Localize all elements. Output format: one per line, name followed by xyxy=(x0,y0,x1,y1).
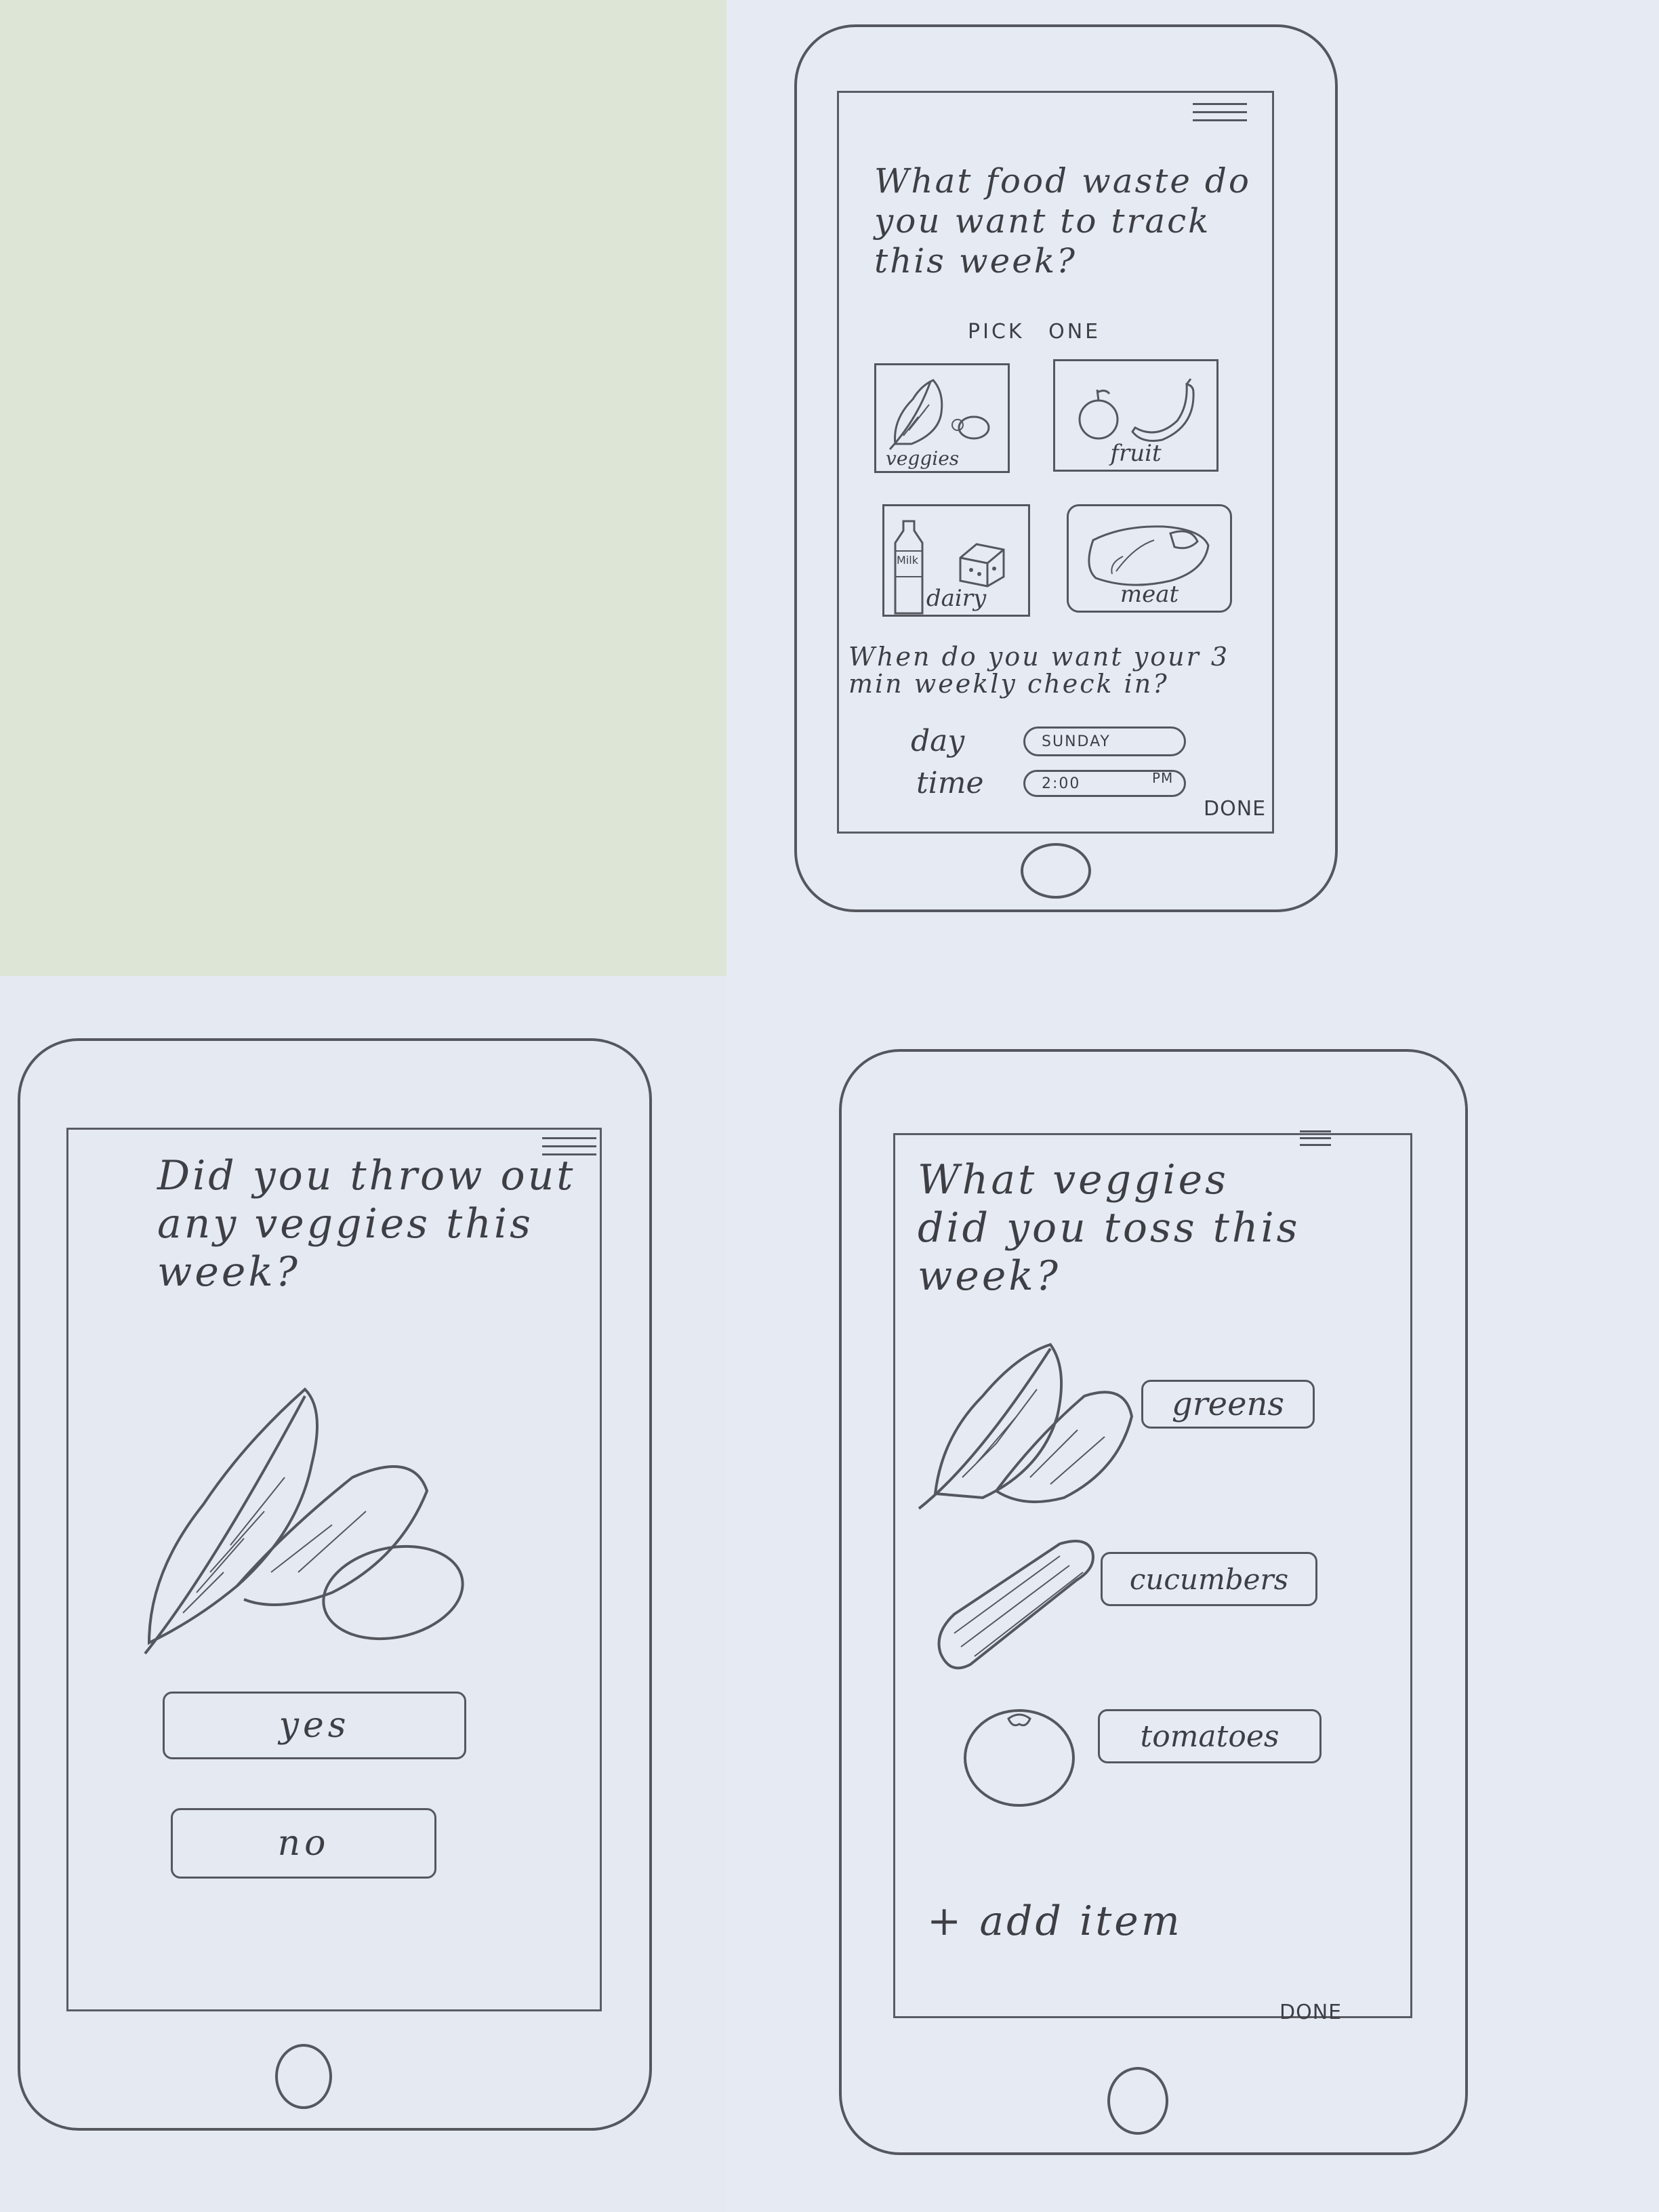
day-label: day xyxy=(911,724,965,758)
tomato-icon xyxy=(964,1709,1075,1807)
veggie-item-cucumbers[interactable]: cucumbers xyxy=(1101,1552,1317,1606)
list-done-button[interactable]: DONE xyxy=(1279,2001,1342,2024)
veggie-item-tomatoes[interactable]: tomatoes xyxy=(1098,1709,1322,1763)
category-tile-fruit[interactable]: fruit xyxy=(1053,359,1218,472)
hamburger-menu-icon[interactable] xyxy=(1193,103,1247,127)
time-period[interactable]: PM xyxy=(1152,770,1173,786)
no-button[interactable]: no xyxy=(171,1808,436,1879)
setup-question: What food waste do you want to track thi… xyxy=(874,161,1251,281)
yes-button[interactable]: yes xyxy=(163,1692,466,1759)
day-select[interactable]: SUNDAY xyxy=(1023,726,1186,756)
category-tile-dairy[interactable]: Milk dairy xyxy=(882,504,1030,617)
home-button-list[interactable] xyxy=(1107,2067,1168,2135)
category-label-meat: meat xyxy=(1120,581,1179,608)
list-question: What veggies did you toss this week? xyxy=(918,1156,1300,1300)
paper-sheet xyxy=(0,0,726,976)
setup-done-button[interactable]: DONE xyxy=(1204,797,1266,821)
category-label-dairy: dairy xyxy=(926,585,987,612)
greens-illustration xyxy=(144,1387,464,1655)
add-item-button[interactable]: + add item xyxy=(927,1898,1183,1946)
home-button-setup[interactable] xyxy=(1021,843,1091,899)
greens-icon xyxy=(918,1343,1134,1510)
category-tile-veggies[interactable]: veggies xyxy=(874,363,1010,473)
check-question: Did you throw out any veggies this week? xyxy=(157,1152,576,1296)
cucumber-icon xyxy=(937,1540,1094,1670)
milk-text: Milk xyxy=(897,554,918,567)
home-button-check[interactable] xyxy=(275,2044,332,2109)
pick-one-hint: PICK ONE xyxy=(968,320,1101,344)
checkin-prompt: When do you want your 3 min weekly check… xyxy=(848,642,1229,699)
category-label-fruit: fruit xyxy=(1110,440,1162,467)
hamburger-menu-icon[interactable] xyxy=(1300,1130,1331,1155)
veggie-item-greens[interactable]: greens xyxy=(1141,1380,1315,1429)
category-tile-meat[interactable]: meat xyxy=(1067,504,1232,613)
category-label-veggies: veggies xyxy=(886,447,960,470)
time-label: time xyxy=(916,766,984,800)
